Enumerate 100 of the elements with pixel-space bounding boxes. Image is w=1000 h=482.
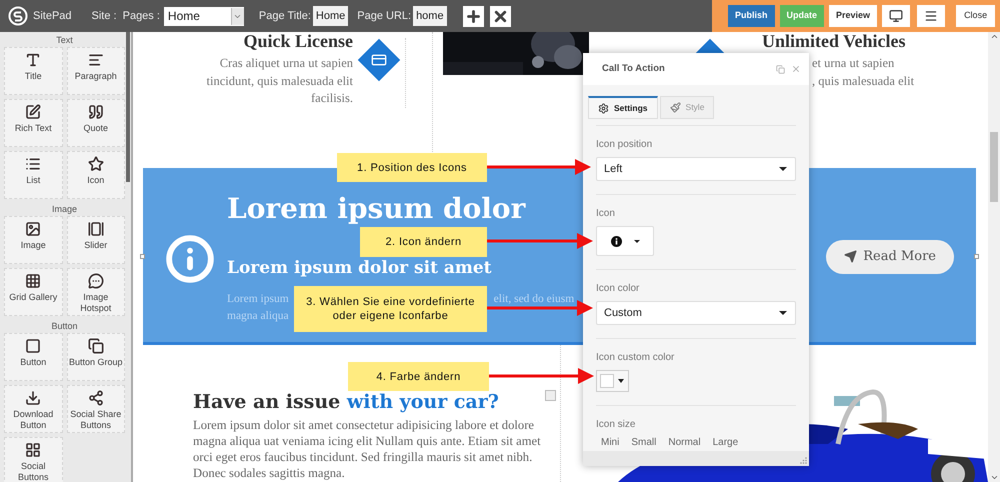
widget-tile[interactable]: Image: [4, 216, 62, 264]
feature-title: Quick License: [242, 32, 353, 50]
field-label: Icon: [596, 208, 616, 220]
close-icon: [492, 8, 509, 24]
page-title-field[interactable]: Home: [312, 6, 348, 26]
page-title-label: Page Title:: [258, 8, 311, 24]
page-url-field[interactable]: home: [413, 6, 447, 26]
panel-tab[interactable]: Settings: [588, 96, 658, 119]
annotation-callout: 2. Icon ändern: [360, 227, 487, 257]
feature-text: Cras aliquet urna ut sapien tincidunt, quis malesuada elit facilisis.: [206, 55, 353, 107]
scroll-down-icon[interactable]: [990, 473, 998, 482]
quote-icon: [88, 104, 104, 120]
menu-icon: [924, 9, 938, 23]
logo-icon: [8, 6, 28, 26]
banner-text: magna aliqua: [227, 309, 289, 324]
resize-handle[interactable]: [140, 254, 145, 259]
select-field[interactable]: Left: [596, 157, 796, 181]
device-view-button[interactable]: [882, 5, 910, 27]
feature-text: et urna ut sapien: [812, 55, 896, 72]
annotation-callout: 4. Farbe ändern: [348, 362, 489, 391]
plus-icon: [464, 8, 482, 24]
widget-tile[interactable]: Title: [4, 47, 62, 95]
icon-picker[interactable]: [596, 226, 654, 256]
scroll-thumb[interactable]: [990, 132, 998, 202]
add-button[interactable]: [462, 6, 484, 26]
article-text: Lorem ipsum dolor sit amet consectetur adipisicing labore et dolore magna aliqua uat veniama icing elit Nullam quis ante. Etiam sit amet orci eget eros faucibus tincidunt. Sed fringilla mauris sit amet nibh. Donec sodales sagittis magna.: [193, 417, 542, 481]
close-icon[interactable]: [791, 64, 801, 74]
banner-text: elit, sed do eiusm: [494, 292, 574, 307]
group-heading: Image: [52, 203, 77, 216]
widget-tile[interactable]: Social Share Buttons: [66, 385, 125, 433]
scrollbar[interactable]: [126, 32, 130, 182]
brand-name: SitePad: [33, 8, 72, 24]
widget-tile[interactable]: Paragraph: [66, 47, 125, 95]
paper-plane-icon: [844, 250, 858, 263]
widget-tile[interactable]: Rich Text: [4, 99, 62, 147]
widget-tile[interactable]: Grid Gallery: [4, 268, 62, 316]
widget-tile[interactable]: Button Group: [66, 333, 125, 381]
close-button[interactable]: Close: [956, 5, 996, 27]
expand-icon[interactable]: [545, 390, 556, 401]
list-icon: [25, 156, 42, 172]
info-icon: [165, 234, 215, 284]
annotation-callout: 1. Position des Icons: [337, 153, 487, 182]
widget-tile[interactable]: Icon: [66, 151, 125, 199]
download-icon: [25, 390, 42, 406]
color-picker[interactable]: [596, 370, 629, 392]
widget-tile[interactable]: Download Button: [4, 385, 62, 433]
widget-tile[interactable]: Quote: [66, 99, 125, 147]
select-field[interactable]: Custom: [596, 301, 796, 325]
group-heading: Button: [51, 320, 78, 333]
monitor-icon: [889, 9, 904, 23]
action-button[interactable]: Preview: [829, 5, 878, 27]
delete-page-button[interactable]: [490, 6, 511, 26]
brush-icon: [670, 102, 681, 113]
feature-text: , quis malesuada elit: [812, 72, 914, 90]
grid-icon: [25, 273, 42, 289]
gear-icon: [598, 102, 609, 114]
text-icon: [25, 52, 42, 68]
panel-title: Call To Action: [602, 62, 666, 76]
grid-icon: [25, 442, 42, 458]
widget-tile[interactable]: Social Buttons: [4, 437, 62, 482]
menu-button[interactable]: [917, 5, 946, 27]
pages-label: Pages :: [122, 8, 160, 24]
size-option[interactable]: Normal: [668, 437, 701, 449]
widget-tile[interactable]: Image Hotspot: [66, 268, 125, 316]
chat-bubble-icon: [88, 273, 104, 289]
slider-icon: [88, 221, 104, 237]
caret-icon: [779, 311, 787, 315]
restore-icon[interactable]: [776, 64, 785, 74]
resize-handle[interactable]: [974, 254, 979, 259]
size-option[interactable]: Large: [712, 437, 738, 449]
scrollbar[interactable]: [988, 32, 1000, 482]
stacked-squares-icon: [88, 338, 104, 354]
field-label: Icon color: [596, 283, 640, 295]
info-icon: [610, 236, 622, 246]
caret-icon: [779, 167, 787, 171]
scroll-up-icon[interactable]: [990, 32, 998, 41]
group-heading: Text: [56, 34, 73, 47]
widget-tile[interactable]: List: [4, 151, 62, 199]
action-button[interactable]: Publish: [728, 5, 775, 27]
banner-subheading: Lorem ipsum dolor sit amet: [227, 258, 492, 278]
star-icon: [88, 156, 104, 172]
banner-text: Lorem ipsum: [227, 292, 289, 307]
resize-grip-icon[interactable]: [800, 457, 807, 464]
banner-heading: Lorem ipsum dolor: [227, 195, 526, 223]
site-label: Site :: [92, 8, 117, 24]
read-more-button[interactable]: Read More: [826, 240, 954, 274]
feature-title: Unlimited Vehicles: [762, 32, 907, 50]
field-label: Icon position: [596, 139, 654, 151]
caret-icon: [634, 240, 640, 242]
field-label: Icon size: [596, 419, 636, 431]
size-option[interactable]: Small: [631, 437, 656, 449]
widget-tile[interactable]: Slider: [66, 216, 125, 264]
caret-icon: [618, 379, 624, 383]
annotation-callout: 3. Wählen Sie eine vordefinierte oder eigene Iconfarbe: [294, 286, 487, 332]
edit-icon: [25, 104, 42, 120]
pages-select[interactable]: Home: [164, 6, 244, 26]
page-url-label: Page URL:: [357, 8, 412, 24]
widget-tile[interactable]: Button: [4, 333, 62, 381]
size-option[interactable]: Mini: [601, 437, 620, 449]
field-label: Icon custom color: [596, 352, 676, 364]
